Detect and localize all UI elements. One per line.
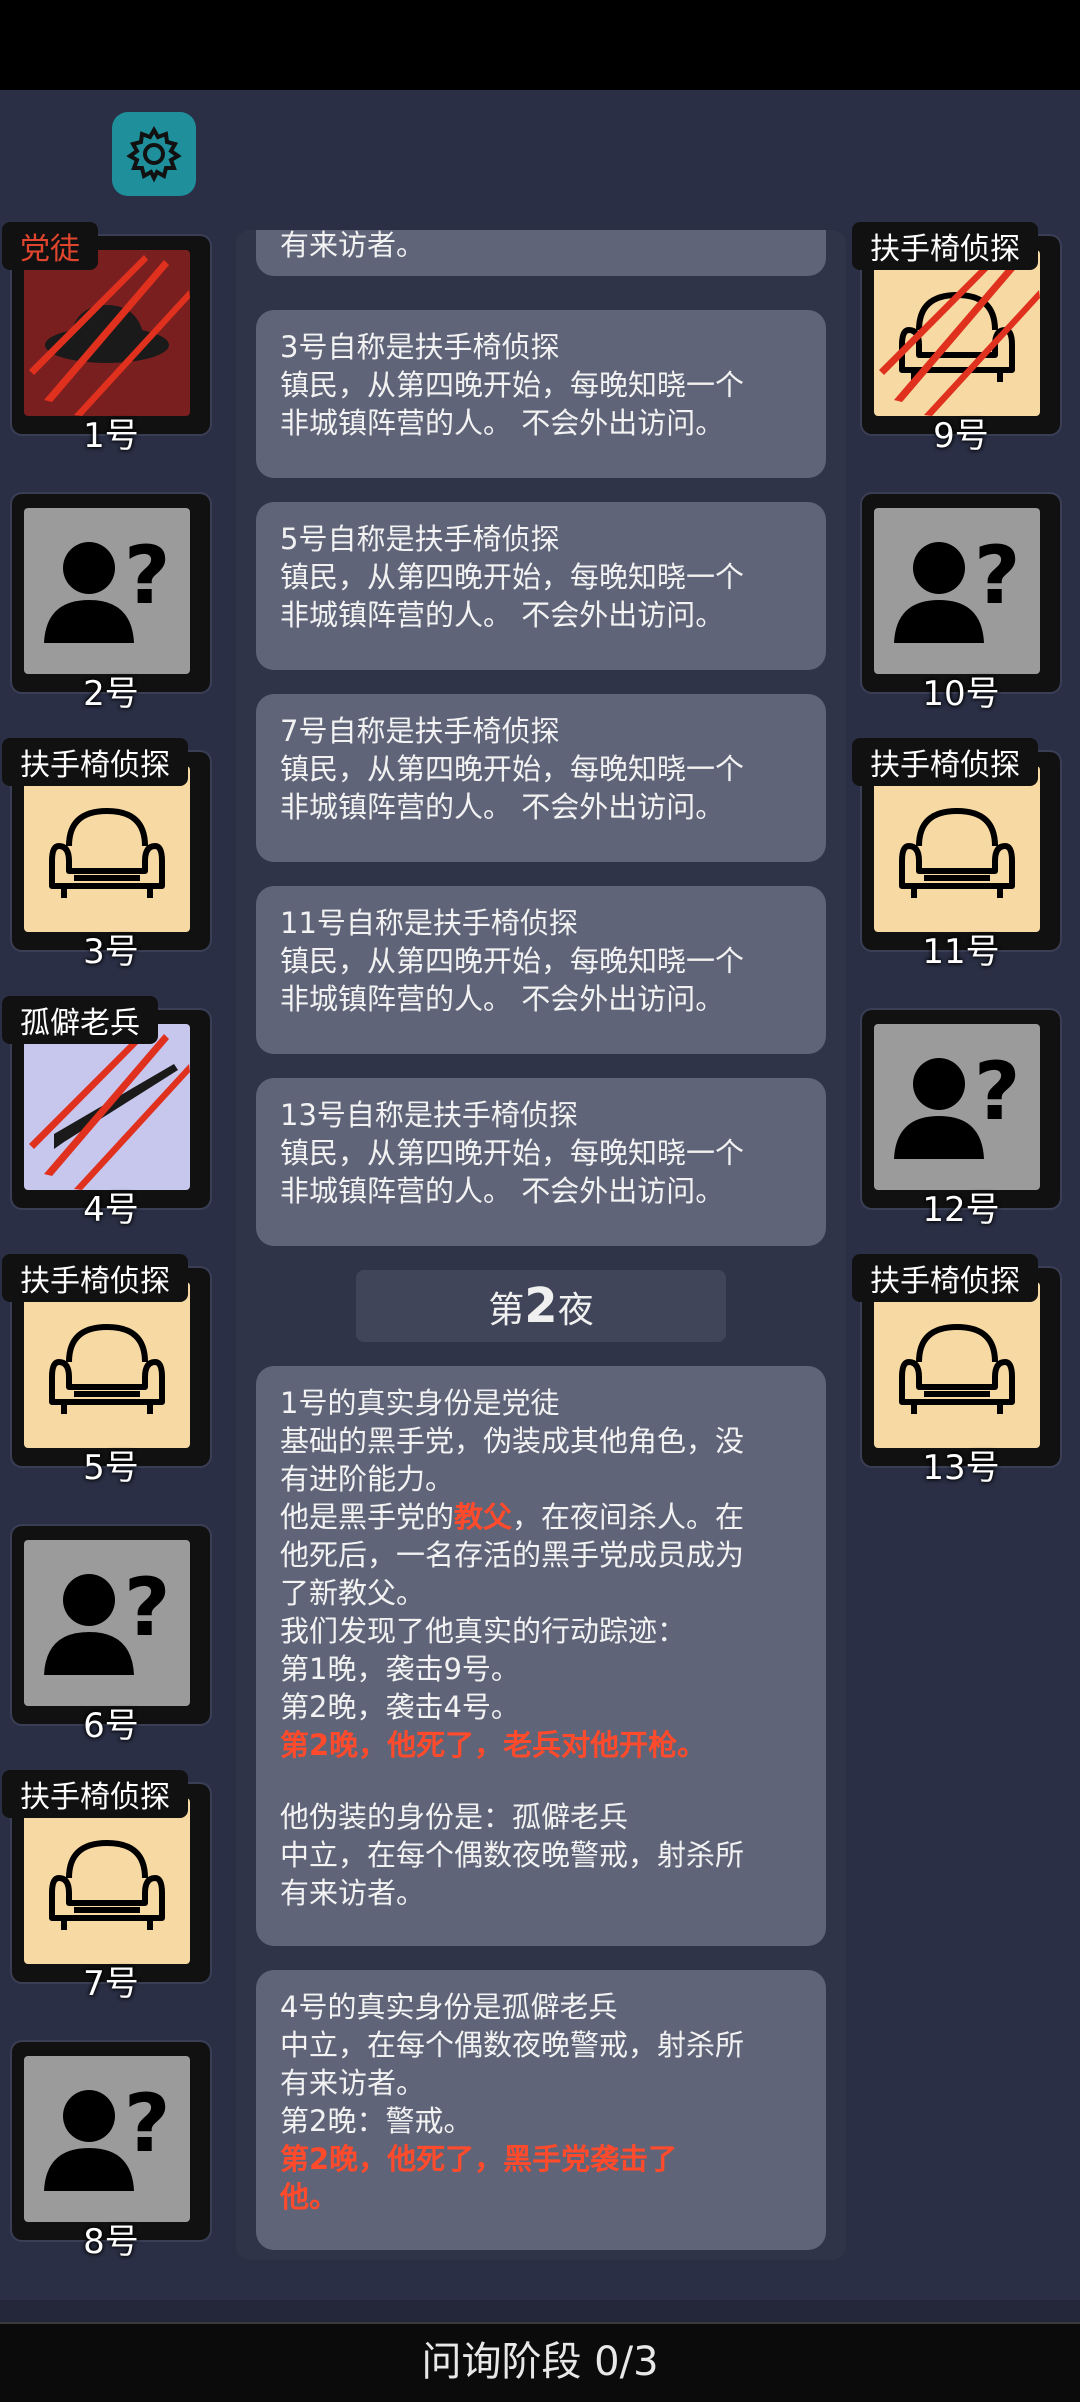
claw-marks-icon: [29, 1029, 190, 1190]
player-portrait: ?: [874, 1024, 1040, 1190]
player-portrait: [24, 250, 190, 416]
player-tile-8[interactable]: ? 8号: [8, 2042, 214, 2262]
claim-title: 5号自称是扶手椅侦探: [280, 522, 560, 556]
player-portrait: ?: [24, 2056, 190, 2222]
role-label: 扶手椅侦探: [2, 1770, 188, 1818]
player-number: 12号: [922, 1190, 1000, 1230]
unknown-person-icon: ?: [44, 2077, 170, 2191]
role-label: 孤僻老兵: [2, 996, 158, 1044]
svg-text:?: ?: [124, 2077, 170, 2170]
player-tile-11[interactable]: 扶手椅侦探 11号: [852, 738, 1064, 972]
claw-marks-icon: [29, 255, 190, 416]
player-tile-4[interactable]: 孤僻老兵 4号: [2, 996, 214, 1230]
player-number: 6号: [83, 1706, 139, 1746]
log-card-partial: 有来访者。: [256, 230, 826, 276]
player-number: 7号: [83, 1964, 139, 2004]
armchair-icon: [49, 1840, 165, 1930]
player-number: 1号: [83, 416, 139, 456]
role-label: 扶手椅侦探: [2, 1254, 188, 1302]
player-portrait: [24, 766, 190, 932]
game-log-panel[interactable]: 有来访者。 3号自称是扶手椅侦探 镇民，从第四晚开始，每晚知晓一个 非城镇阵营的…: [236, 230, 846, 2260]
player-tile-12[interactable]: ? 12号: [858, 1010, 1064, 1230]
armchair-icon: [49, 808, 165, 898]
player-portrait: ?: [24, 508, 190, 674]
svg-text:?: ?: [124, 529, 170, 622]
player-portrait: ?: [874, 508, 1040, 674]
player-tile-1[interactable]: 党徒 1号: [2, 222, 214, 456]
armchair-icon: [899, 1324, 1015, 1414]
phase-status-bar: 问询阶段 0/3: [0, 2322, 1080, 2402]
player-number: 4号: [83, 1190, 139, 1230]
player-number: 3号: [83, 932, 139, 972]
player-portrait: [874, 1282, 1040, 1448]
armchair-icon: [49, 1324, 165, 1414]
player-tile-7[interactable]: 扶手椅侦探 7号: [2, 1770, 214, 2004]
role-label: 扶手椅侦探: [852, 738, 1038, 786]
role-label: 扶手椅侦探: [852, 222, 1038, 270]
svg-text:?: ?: [124, 1561, 170, 1654]
player-number: 13号: [922, 1448, 1000, 1488]
player-number: 11号: [922, 932, 1000, 972]
unknown-person-icon: ?: [44, 1561, 170, 1675]
unknown-person-icon: ?: [894, 529, 1020, 643]
log-card-reveal: 4号的真实身份是孤僻老兵 中立，在每个偶数夜晚警戒，射杀所 有来访者。 第2晚：…: [256, 1970, 826, 2250]
player-tile-5[interactable]: 扶手椅侦探 5号: [2, 1254, 214, 1488]
player-number: 9号: [933, 416, 989, 456]
log-card-claim: 3号自称是扶手椅侦探 镇民，从第四晚开始，每晚知晓一个 非城镇阵营的人。 不会外…: [256, 310, 826, 478]
role-label: 扶手椅侦探: [852, 1254, 1038, 1302]
player-number: 2号: [83, 674, 139, 714]
player-portrait: [24, 1024, 190, 1190]
log-card-claim: 11号自称是扶手椅侦探 镇民，从第四晚开始，每晚知晓一个 非城镇阵营的人。 不会…: [256, 886, 826, 1054]
player-portrait: [874, 766, 1040, 932]
settings-button[interactable]: [112, 112, 196, 196]
svg-text:?: ?: [974, 1045, 1020, 1138]
log-card-reveal: 1号的真实身份是党徒 基础的黑手党，伪装成其他角色，没 有进阶能力。 他是黑手党…: [256, 1366, 826, 1946]
player-tile-9[interactable]: 扶手椅侦探 9号: [852, 222, 1064, 456]
unknown-person-icon: ?: [894, 1045, 1020, 1159]
log-card-claim: 7号自称是扶手椅侦探 镇民，从第四晚开始，每晚知晓一个 非城镇阵营的人。 不会外…: [256, 694, 826, 862]
claim-title: 11号自称是扶手椅侦探: [280, 906, 578, 940]
status-bar: [0, 0, 1080, 90]
role-label: 党徒: [2, 222, 98, 270]
night-header: 第2夜: [356, 1270, 726, 1342]
claim-title: 7号自称是扶手椅侦探: [280, 714, 560, 748]
player-tile-13[interactable]: 扶手椅侦探 13号: [852, 1254, 1064, 1488]
player-portrait: [24, 1798, 190, 1964]
player-tile-6[interactable]: ? 6号: [8, 1526, 214, 1746]
player-portrait: ?: [24, 1540, 190, 1706]
claw-marks-icon: [879, 255, 1040, 416]
player-number: 5号: [83, 1448, 139, 1488]
player-portrait: [874, 250, 1040, 416]
armchair-icon: [899, 808, 1015, 898]
player-portrait: [24, 1282, 190, 1448]
gear-icon: [126, 125, 182, 183]
player-tile-2[interactable]: ? 2号: [8, 494, 214, 714]
role-label: 扶手椅侦探: [2, 738, 188, 786]
log-card-claim: 5号自称是扶手椅侦探 镇民，从第四晚开始，每晚知晓一个 非城镇阵营的人。 不会外…: [256, 502, 826, 670]
player-tile-3[interactable]: 扶手椅侦探 3号: [2, 738, 214, 972]
player-number: 8号: [83, 2222, 139, 2262]
claim-title: 13号自称是扶手椅侦探: [280, 1098, 578, 1132]
svg-text:?: ?: [974, 529, 1020, 622]
log-card-claim: 13号自称是扶手椅侦探 镇民，从第四晚开始，每晚知晓一个 非城镇阵营的人。 不会…: [256, 1078, 826, 1246]
claim-title: 3号自称是扶手椅侦探: [280, 330, 560, 364]
player-tile-10[interactable]: ? 10号: [858, 494, 1064, 714]
player-number: 10号: [922, 674, 1000, 714]
unknown-person-icon: ?: [44, 529, 170, 643]
